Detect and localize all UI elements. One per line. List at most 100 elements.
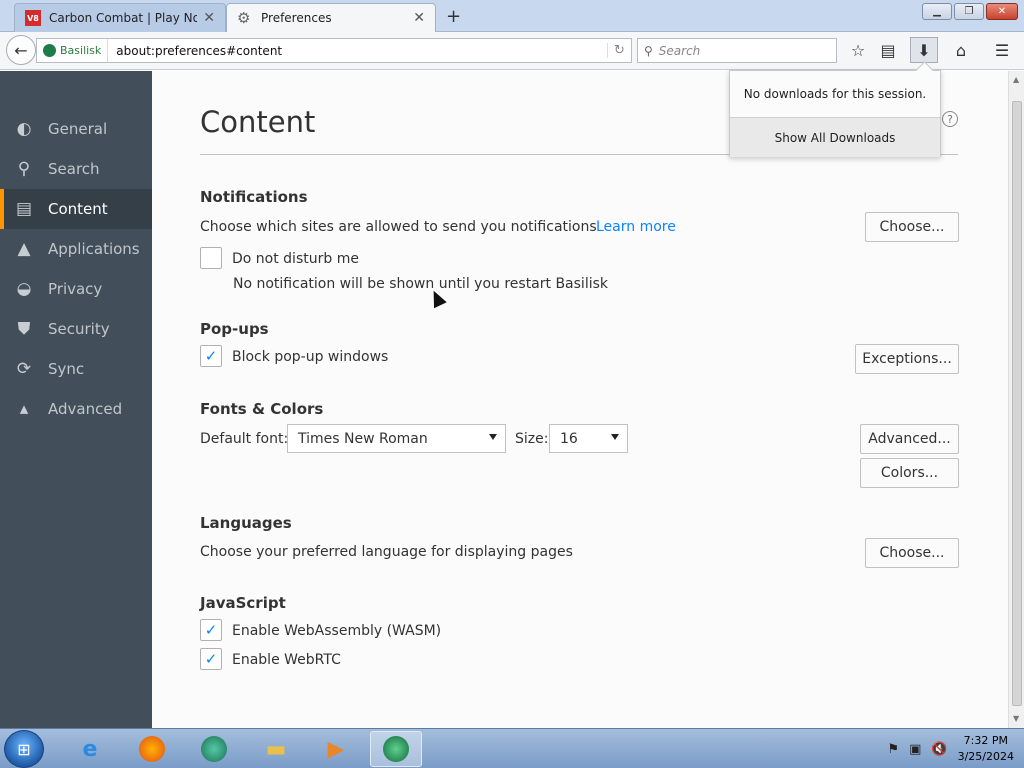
do-not-disturb-note: No notification will be shown until you … — [233, 276, 608, 292]
search-input[interactable]: ⚲ Search — [637, 38, 837, 63]
do-not-disturb-label: Do not disturb me — [232, 251, 359, 267]
identity-box[interactable]: Basilisk — [37, 39, 109, 62]
volume-muted-icon[interactable]: 🔇 — [931, 742, 947, 757]
tab-carbon-combat[interactable]: V8 Carbon Combat | Play Now ✕ — [14, 3, 226, 32]
sidebar-item-label: Content — [48, 200, 108, 218]
search-placeholder: Search — [658, 43, 701, 58]
sidebar-item-label: Security — [48, 320, 110, 338]
languages-choose-button[interactable]: Choose... — [865, 538, 959, 568]
sidebar-item-label: Sync — [48, 360, 85, 378]
media-player-icon: ▶ — [327, 736, 345, 762]
taskbar-internet-explorer[interactable]: e — [64, 731, 116, 767]
system-clock[interactable]: 7:32 PM 3/25/2024 — [958, 733, 1014, 765]
sidebar-item-security[interactable]: ⛊ Security — [0, 309, 152, 349]
enable-webrtc-checkbox[interactable]: ✓ — [200, 648, 222, 670]
taskbar-file-explorer[interactable]: ▬ — [250, 731, 302, 767]
hamburger-menu-icon[interactable]: ☰ — [988, 37, 1016, 63]
taskbar-media-player[interactable]: ▶ — [310, 731, 362, 767]
url-bar[interactable]: Basilisk about:preferences#content ↻ — [36, 38, 632, 63]
vertical-scrollbar[interactable]: ▲ ▼ — [1008, 71, 1024, 728]
notifications-choose-button[interactable]: Choose... — [865, 212, 959, 242]
restore-button[interactable]: ❐ — [954, 3, 984, 20]
notifications-heading: Notifications — [200, 188, 308, 206]
v8-favicon-icon: V8 — [25, 10, 41, 26]
taskbar: ⊞ e ▬ ▶ ⚑ ▣ 🔇 7:32 PM 3/25/2024 — [0, 728, 1024, 768]
flag-icon[interactable]: ⚑ — [887, 742, 899, 757]
javascript-heading: JavaScript — [200, 594, 286, 612]
scroll-up-icon[interactable]: ▲ — [1013, 75, 1019, 84]
shield-icon: ⛊ — [17, 319, 31, 339]
fonts-colors-heading: Fonts & Colors — [200, 400, 324, 418]
enable-webrtc-label: Enable WebRTC — [232, 652, 341, 668]
close-tab-icon[interactable]: ✕ — [413, 10, 425, 26]
sidebar-item-search[interactable]: ⚲ Search — [0, 149, 152, 189]
downloads-icon[interactable]: ⬇ — [910, 37, 938, 63]
taskbar-chat-app[interactable] — [188, 731, 240, 767]
do-not-disturb-checkbox[interactable] — [200, 247, 222, 269]
home-icon[interactable]: ⌂ — [947, 37, 975, 63]
font-size-select[interactable]: 16 — [549, 424, 628, 453]
languages-description: Choose your preferred language for displ… — [200, 544, 573, 560]
search-icon: ⚲ — [644, 43, 653, 58]
scroll-down-icon[interactable]: ▼ — [1013, 714, 1019, 723]
close-tab-icon[interactable]: ✕ — [203, 10, 215, 26]
search-icon: ⚲ — [17, 159, 31, 179]
enable-wasm-checkbox[interactable]: ✓ — [200, 619, 222, 641]
categories-sidebar: ◐ General ⚲ Search ▤ Content ▲ Applicati… — [0, 71, 152, 728]
notifications-description: Choose which sites are allowed to send y… — [200, 219, 597, 235]
network-icon[interactable]: ▣ — [909, 742, 921, 757]
popup-exceptions-button[interactable]: Exceptions... — [855, 344, 959, 374]
url-text[interactable]: about:preferences#content — [108, 44, 607, 58]
system-tray: ⚑ ▣ 🔇 7:32 PM 3/25/2024 — [887, 731, 1014, 767]
bookmark-star-icon[interactable]: ☆ — [844, 37, 872, 63]
mask-icon: ◒ — [16, 279, 32, 299]
scrollbar-thumb[interactable] — [1012, 101, 1022, 706]
font-size-value: 16 — [560, 430, 578, 447]
default-font-select[interactable]: Times New Roman — [287, 424, 506, 453]
sidebar-item-applications[interactable]: ▲ Applications — [0, 229, 152, 269]
sidebar-item-sync[interactable]: ⟳ Sync — [0, 349, 152, 389]
sync-icon: ⟳ — [16, 359, 32, 379]
preferences-pane: Content ? Notifications Choose which sit… — [152, 71, 1008, 728]
sidebar-item-advanced[interactable]: ▴ Advanced — [0, 389, 152, 429]
sidebar-item-label: Advanced — [48, 400, 123, 418]
sidebar-item-privacy[interactable]: ◒ Privacy — [0, 269, 152, 309]
clock-time: 7:32 PM — [963, 734, 1008, 747]
enable-wasm-label: Enable WebAssembly (WASM) — [232, 623, 442, 639]
sidebar-item-label: Search — [48, 160, 100, 178]
show-all-downloads-button[interactable]: Show All Downloads — [730, 117, 940, 157]
rocket-icon: ▲ — [17, 239, 31, 259]
default-font-value: Times New Roman — [298, 430, 428, 447]
sidebar-item-label: General — [48, 120, 108, 138]
minimize-button[interactable]: ▁ — [922, 3, 952, 20]
help-icon[interactable]: ? — [942, 111, 958, 127]
checkmark-icon: ✓ — [204, 650, 218, 668]
back-button[interactable]: ← — [6, 35, 36, 65]
learn-more-link[interactable]: Learn more — [596, 219, 676, 235]
internet-explorer-icon: e — [82, 736, 98, 762]
downloads-panel: No downloads for this session. Show All … — [729, 70, 941, 157]
tab-title: Preferences — [261, 11, 332, 25]
taskbar-firefox[interactable] — [126, 731, 178, 767]
colors-button[interactable]: Colors... — [860, 458, 959, 488]
block-popups-checkbox[interactable]: ✓ — [200, 345, 222, 367]
chat-app-icon — [201, 736, 227, 762]
tab-preferences[interactable]: ⚙ Preferences ✕ — [226, 3, 436, 32]
reload-icon[interactable]: ↻ — [607, 43, 631, 58]
checkmark-icon: ✓ — [204, 347, 218, 365]
font-size-label: Size: — [515, 431, 549, 447]
sidebar-item-content[interactable]: ▤ Content — [0, 189, 152, 229]
sidebar-item-general[interactable]: ◐ General — [0, 109, 152, 149]
default-font-label: Default font: — [200, 431, 289, 447]
sidebar-item-label: Privacy — [48, 280, 103, 298]
window-controls: ▁ ❐ ✕ — [922, 3, 1018, 20]
tab-strip: V8 Carbon Combat | Play Now ✕ ⚙ Preferen… — [0, 0, 1024, 32]
new-tab-button[interactable]: + — [446, 6, 461, 27]
taskbar-basilisk[interactable] — [370, 731, 422, 767]
fonts-advanced-button[interactable]: Advanced... — [860, 424, 959, 454]
start-button[interactable]: ⊞ — [4, 730, 44, 768]
windows-logo-icon: ⊞ — [17, 739, 31, 759]
page-title: Content — [200, 105, 316, 139]
bookmarks-menu-icon[interactable]: ▤ — [874, 37, 902, 63]
close-window-button[interactable]: ✕ — [986, 3, 1018, 20]
